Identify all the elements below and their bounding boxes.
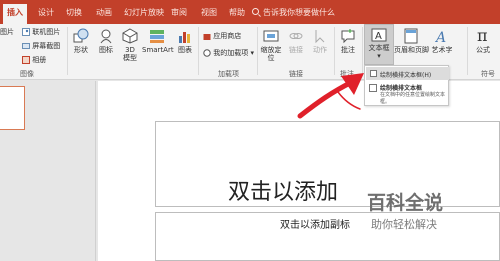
powerpoint-window: 插入 设计 切换 动画 幻灯片放映 审阅 视图 帮助 告诉我你想要做什么 图片 …	[0, 0, 500, 261]
watermark-title: 百科全说	[367, 192, 444, 214]
watermark-subtitle: 助你轻松解决	[371, 218, 437, 231]
